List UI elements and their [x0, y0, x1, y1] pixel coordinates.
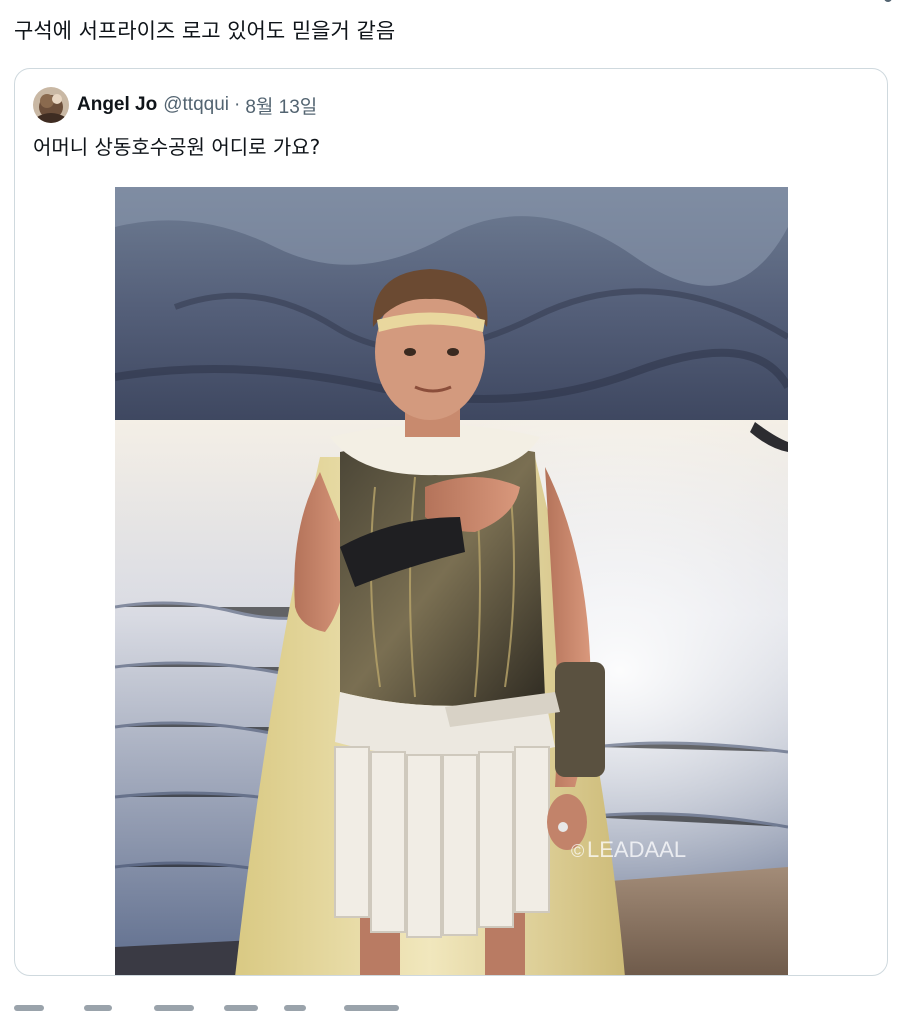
author-display-name[interactable]: Angel Jo [77, 94, 157, 116]
quoted-tweet-header: Angel Jo @ttqqui · 8월 13일 [33, 87, 317, 123]
quoted-tweet-card[interactable]: Angel Jo @ttqqui · 8월 13일 어머니 상동호수공원 어디로… [14, 68, 888, 976]
watermark-text: LEADAAL [587, 837, 686, 862]
tweet-date[interactable]: 8월 13일 [245, 92, 317, 119]
avatar[interactable] [33, 87, 69, 123]
more-options-icon[interactable] [884, 0, 892, 2]
next-content-peek [14, 1003, 434, 1011]
tweet-text: 구석에 서프라이즈 로고 있어도 믿을거 같음 [14, 19, 396, 43]
watermark-symbol: © [571, 841, 584, 861]
quoted-tweet-text: 어머니 상동호수공원 어디로 가요? [33, 135, 321, 159]
photo-illustration: LEADAAL © [115, 187, 788, 975]
header-separator: · [234, 94, 241, 115]
tweet-media-photo[interactable]: LEADAAL © [115, 187, 788, 975]
avatar-photo-icon [33, 87, 69, 123]
author-handle[interactable]: @ttqqui [163, 94, 229, 116]
